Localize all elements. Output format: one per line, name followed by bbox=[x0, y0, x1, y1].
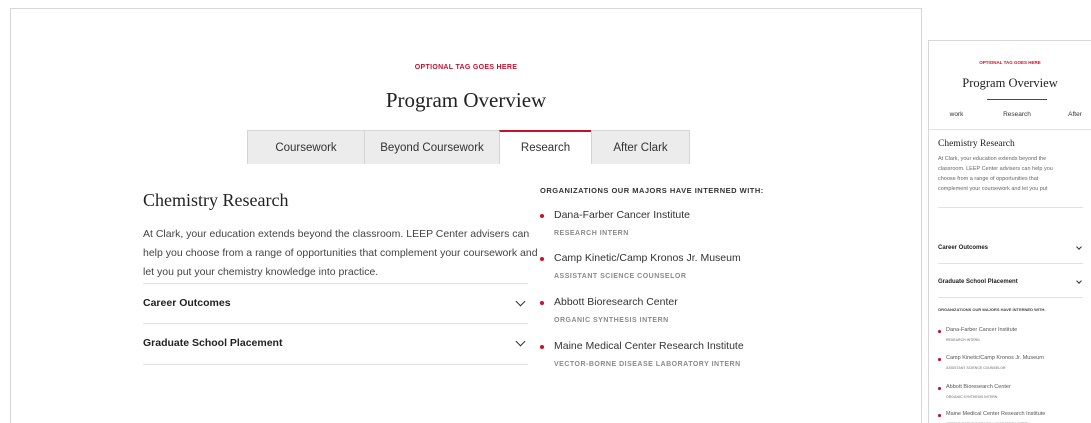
accordion-label: Career Outcomes bbox=[938, 245, 989, 251]
tab-after-clark[interactable]: After bbox=[1051, 99, 1091, 129]
accordion-label: Career Outcomes bbox=[143, 297, 231, 309]
bullet-icon bbox=[540, 214, 544, 218]
bullet-icon bbox=[540, 345, 544, 349]
accordion-graduate-school-placement[interactable]: Graduate School Placement bbox=[938, 269, 1082, 295]
chevron-down-icon bbox=[1076, 278, 1082, 284]
bullet-icon bbox=[938, 330, 941, 333]
accordion-label: Graduate School Placement bbox=[938, 279, 1018, 285]
org-role: RESEARCH INTERN bbox=[946, 338, 980, 342]
org-name: Abbott Bioresearch Center bbox=[946, 384, 1011, 390]
org-role: ORGANIC SYNTHESIS INTERN bbox=[554, 317, 669, 324]
org-name: Dana-Farber Cancer Institute bbox=[946, 327, 1018, 333]
body-line: At Clark, your education extends beyond … bbox=[938, 156, 1047, 162]
accordion-career-outcomes[interactable]: Career Outcomes bbox=[938, 235, 1082, 261]
org-name: Maine Medical Center Research Institute bbox=[554, 340, 744, 352]
accordion-label: Graduate School Placement bbox=[143, 337, 283, 349]
tab-after-clark[interactable]: After Clark bbox=[591, 130, 690, 164]
bullet-icon bbox=[540, 257, 544, 261]
tab-bar: Coursework Beyond Coursework Research Af… bbox=[247, 130, 690, 164]
org-role: ASSISTANT SCIENCE COUNSELOR bbox=[946, 366, 1006, 370]
bullet-icon bbox=[938, 414, 941, 417]
org-role: ORGANIC SYNTHESIS INTERN bbox=[946, 395, 998, 399]
org-name: Camp Kinetic/Camp Kronos Jr. Museum bbox=[554, 252, 741, 264]
page-title: Program Overview bbox=[385, 88, 547, 112]
chevron-down-icon bbox=[1076, 244, 1082, 250]
divider bbox=[929, 129, 1091, 130]
tab-coursework[interactable]: work bbox=[929, 99, 984, 129]
org-name: Maine Medical Center Research Institute bbox=[946, 411, 1046, 417]
body-line: complement your coursework and let you p… bbox=[938, 186, 1048, 192]
body-line: choose from a range of opportunities tha… bbox=[938, 176, 1039, 182]
page-title: Program Overview bbox=[962, 76, 1058, 90]
optional-tag: OPTIONAL TAG GOES HERE bbox=[979, 60, 1041, 65]
chevron-down-icon bbox=[515, 296, 526, 306]
section-heading: Chemistry Research bbox=[938, 139, 1015, 149]
org-role: VECTOR-BORNE DISEASE LABORATORY INTERN bbox=[554, 361, 741, 368]
tab-research[interactable]: Research bbox=[987, 99, 1047, 129]
organizations-heading: ORGANIZATIONS OUR MAJORS HAVE INTERNED W… bbox=[540, 186, 764, 195]
organizations-heading: ORGANIZATIONS OUR MAJORS HAVE INTERNED W… bbox=[938, 307, 1046, 312]
divider bbox=[938, 263, 1083, 264]
divider bbox=[938, 207, 1083, 208]
desktop-view: OPTIONAL TAG GOES HERE Program Overview … bbox=[10, 8, 922, 423]
org-name: Abbott Bioresearch Center bbox=[554, 296, 678, 308]
tab-beyond-coursework[interactable]: Beyond Coursework bbox=[364, 130, 499, 164]
org-name: Dana-Farber Cancer Institute bbox=[554, 209, 690, 221]
section-body: At Clark, your education extends beyond … bbox=[143, 228, 538, 278]
bullet-icon bbox=[938, 387, 941, 390]
accordion-graduate-school-placement[interactable]: Graduate School Placement bbox=[143, 323, 528, 363]
divider bbox=[938, 297, 1083, 298]
mobile-view: OPTIONAL TAG GOES HERE Program Overview … bbox=[928, 40, 1091, 423]
optional-tag: OPTIONAL TAG GOES HERE bbox=[414, 64, 518, 71]
accordion-career-outcomes[interactable]: Career Outcomes bbox=[143, 283, 528, 323]
divider bbox=[143, 364, 528, 365]
body-line: classroom. LEEP Center advisers can help… bbox=[938, 166, 1053, 172]
section-body: At Clark, your education extends beyond … bbox=[938, 154, 1091, 194]
tab-coursework[interactable]: Coursework bbox=[247, 130, 364, 164]
tab-research[interactable]: Research bbox=[499, 130, 591, 164]
org-role: ASSISTANT SCIENCE COUNSELOR bbox=[554, 273, 687, 280]
bullet-icon bbox=[540, 301, 544, 305]
tab-bar: work Research After bbox=[929, 99, 1091, 129]
org-name: Camp Kinetic/Camp Kronos Jr. Museum bbox=[946, 355, 1044, 361]
section-heading: Chemistry Research bbox=[143, 190, 289, 210]
bullet-icon bbox=[938, 358, 941, 361]
chevron-down-icon bbox=[515, 336, 526, 346]
org-role: RESEARCH INTERN bbox=[554, 230, 629, 237]
